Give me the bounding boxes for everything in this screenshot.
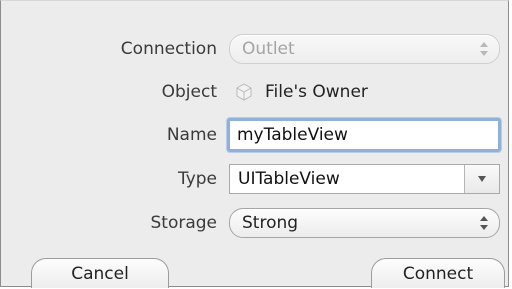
connection-popup[interactable]: Outlet <box>229 34 500 64</box>
type-value: UITableView <box>238 169 340 189</box>
connect-button[interactable]: Connect <box>371 258 505 288</box>
object-value: File's Owner <box>265 82 368 102</box>
stepper-icon <box>480 41 489 57</box>
stepper-icon <box>480 215 489 231</box>
connection-dialog: Connection Outlet Object File's Owner Na… <box>0 0 510 288</box>
connection-row: Connection Outlet <box>1 34 510 64</box>
object-label: Object <box>161 82 217 102</box>
name-field-value: myTableView <box>237 125 348 145</box>
storage-label: Storage <box>150 213 217 233</box>
cube-icon <box>235 83 253 101</box>
cancel-button[interactable]: Cancel <box>31 258 169 288</box>
storage-row: Storage Strong <box>1 208 510 238</box>
storage-value: Strong <box>242 213 299 233</box>
name-field[interactable]: myTableView <box>227 118 501 152</box>
type-label: Type <box>177 169 217 189</box>
chevron-down-icon <box>478 176 486 182</box>
type-row: Type UITableView <box>1 164 510 194</box>
object-row: Object File's Owner <box>1 77 510 107</box>
connection-value: Outlet <box>242 39 295 59</box>
connection-label: Connection <box>120 39 217 59</box>
storage-popup[interactable]: Strong <box>229 208 500 238</box>
name-label: Name <box>166 125 217 145</box>
name-row: Name myTableView <box>1 118 510 152</box>
type-combo-box[interactable]: UITableView <box>229 164 500 194</box>
type-dropdown-button[interactable] <box>464 165 499 193</box>
